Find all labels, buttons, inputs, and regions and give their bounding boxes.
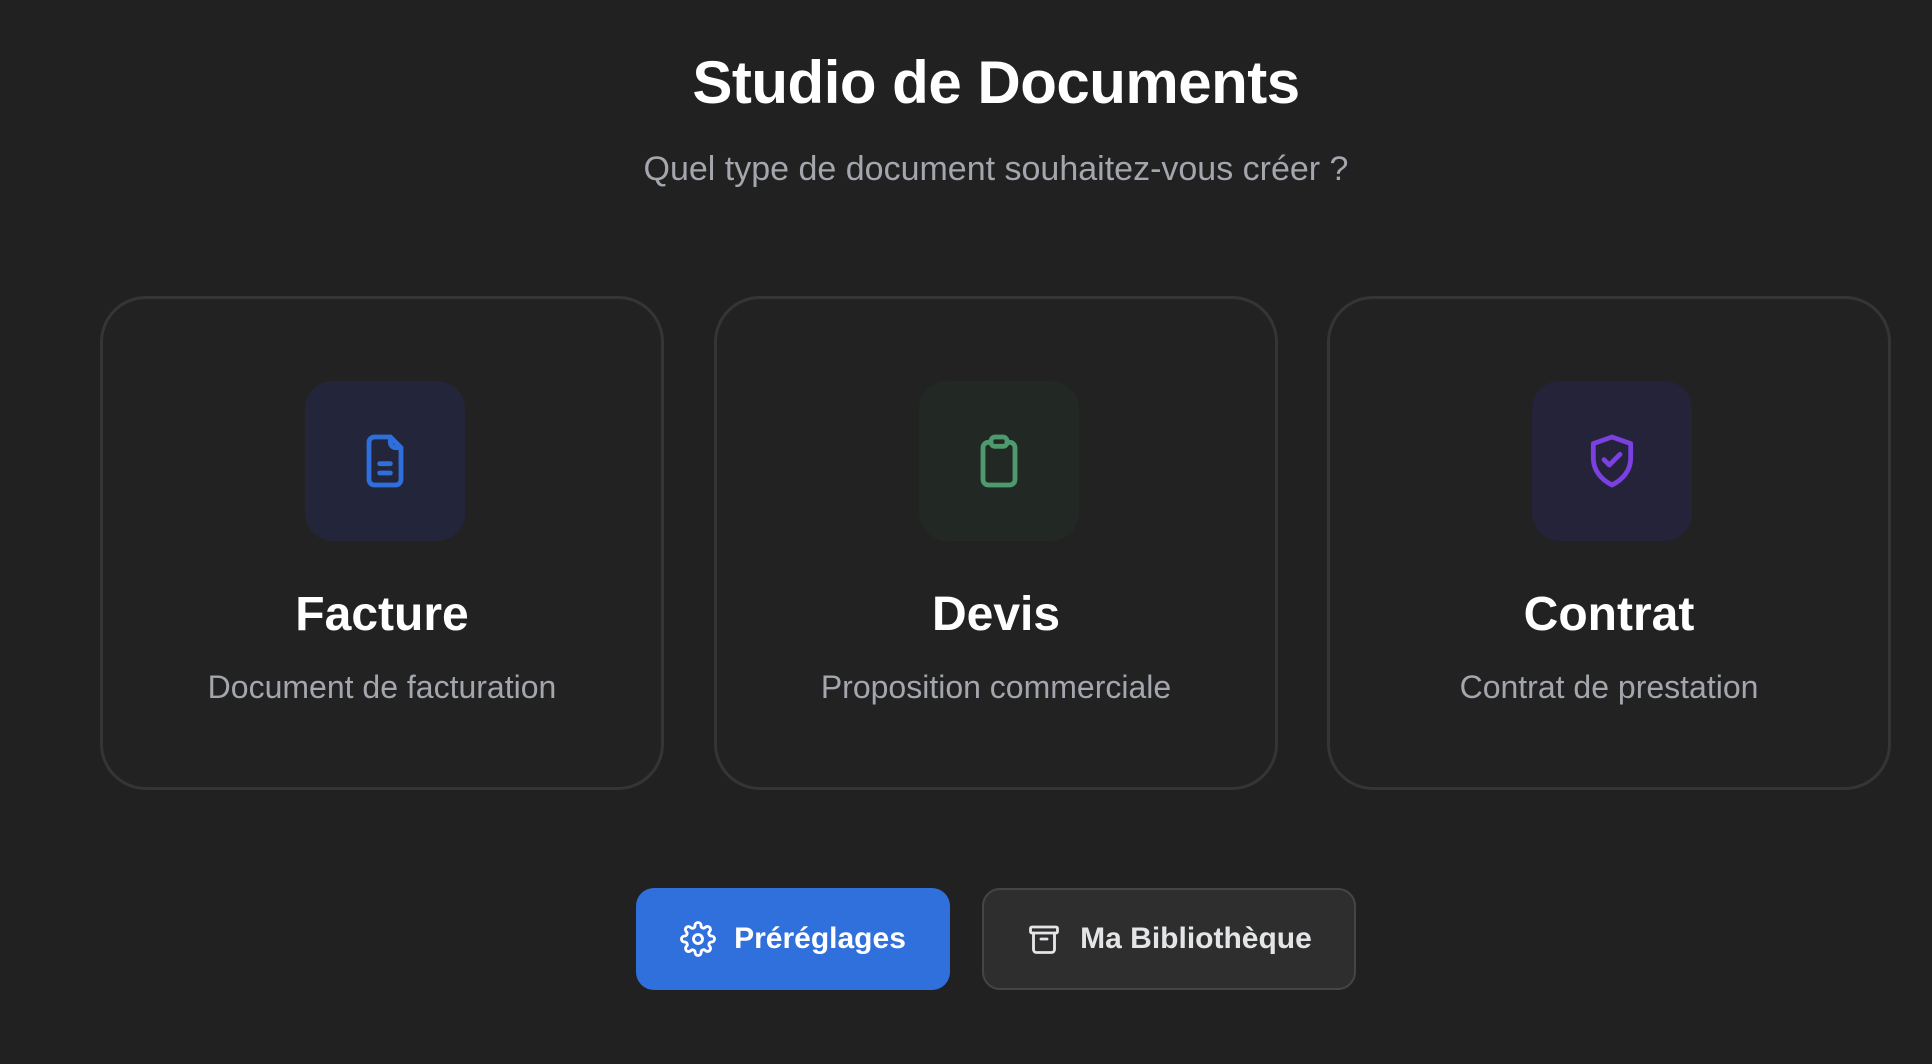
shield-check-icon [1590, 434, 1634, 488]
devis-icon-box [919, 381, 1079, 541]
archive-icon [1029, 925, 1060, 954]
presets-button-label: Préréglages [734, 922, 906, 955]
card-description: Contrat de prestation [1459, 669, 1759, 705]
page-title: Studio de Documents [692, 49, 1300, 116]
contrat-icon-box [1532, 381, 1692, 541]
library-button-label: Ma Bibliothèque [1080, 922, 1312, 955]
card-contrat[interactable]: Contrat Contrat de prestation [1327, 296, 1891, 790]
library-button[interactable]: Ma Bibliothèque [982, 888, 1356, 990]
page-subtitle: Quel type de document souhaitez-vous cré… [643, 150, 1349, 188]
card-description: Proposition commerciale [820, 669, 1172, 705]
card-title: Devis [931, 588, 1061, 641]
facture-icon-box [305, 381, 465, 541]
gear-icon [680, 921, 716, 957]
card-facture[interactable]: Facture Document de facturation [100, 296, 664, 790]
presets-button[interactable]: Préréglages [636, 888, 950, 990]
file-text-icon [366, 434, 404, 488]
card-title: Contrat [1523, 588, 1695, 641]
document-studio-page: Studio de Documents Quel type de documen… [0, 0, 1932, 1064]
action-bar: Préréglages Ma Bibliothèque [0, 888, 1932, 990]
clipboard-icon [980, 434, 1018, 488]
card-description: Document de facturation [207, 669, 557, 705]
document-type-cards: Facture Document de facturation Devis Pr… [100, 296, 1892, 792]
card-devis[interactable]: Devis Proposition commerciale [714, 296, 1278, 790]
card-title: Facture [295, 588, 469, 641]
